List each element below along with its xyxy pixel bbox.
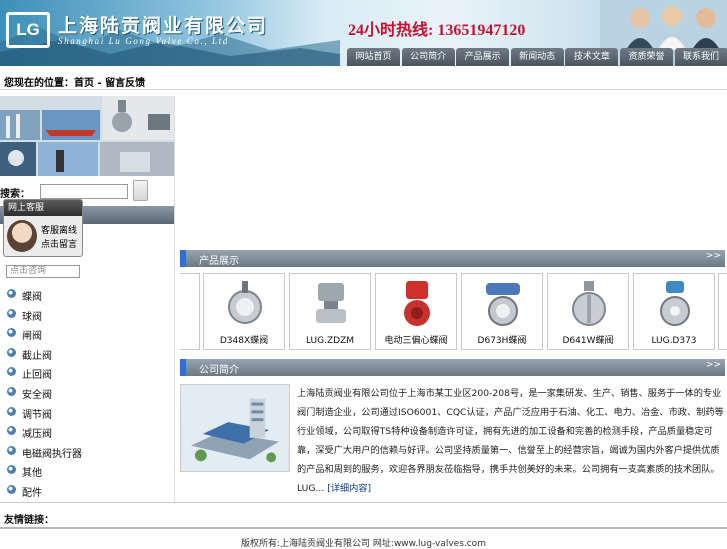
products-section-header: 产品展示 >> <box>180 250 725 267</box>
sidebar: 搜索： 网上客服 客服离线 点击留言 点击咨询 蝶阀 球阀 闸阀 截止阀 止回阀… <box>0 96 175 502</box>
bullet-icon <box>7 308 16 318</box>
product-card-partial <box>718 273 727 350</box>
bullet-icon <box>7 445 16 455</box>
nav-home[interactable]: 网站首页 <box>347 48 400 66</box>
about-description: 上海陆贡阀业有限公司位于上海市某工业区200-208号，是一家集研发、生产、销售… <box>297 388 724 494</box>
about-section-header: 公司简介 >> <box>180 359 725 376</box>
category-item[interactable]: 安全阀 <box>7 386 82 406</box>
nav-about[interactable]: 公司简介 <box>401 48 455 66</box>
bullet-icon <box>7 484 16 494</box>
company-logo[interactable]: LG <box>6 12 50 48</box>
product-caption: LUG.ZDZM <box>305 336 354 346</box>
friend-links-label: 友情链接： <box>4 515 54 526</box>
copyright-text: 版权所有:上海陆贡阀业有限公司 网址:www.lug-valves.com <box>241 539 486 549</box>
service-status: 客服离线 <box>41 226 78 236</box>
butterfly-valve-image <box>228 281 262 324</box>
service-title: 网上客服 <box>4 200 82 216</box>
category-item[interactable]: 球阀 <box>7 308 82 328</box>
divider <box>0 89 727 90</box>
category-item[interactable]: 电磁阀执行器 <box>7 445 82 465</box>
divider <box>0 502 727 503</box>
category-item[interactable]: 减压阀 <box>7 425 82 445</box>
products-title: 产品展示 <box>199 256 239 267</box>
about-more-link[interactable]: >> <box>706 360 721 370</box>
site-header: LG 上海陆贡阀业有限公司 Shanghai Lu Gong Valve Co.… <box>0 0 727 66</box>
electric-actuator-valve-image <box>316 283 346 323</box>
category-item[interactable]: 其他 <box>7 464 82 484</box>
company-name-en: Shanghai Lu Gong Valve Co., Ltd <box>58 36 229 46</box>
leave-message-link[interactable]: 点击留言 <box>41 237 77 250</box>
wafer-valve-image <box>572 281 606 326</box>
bullet-icon <box>7 289 16 298</box>
section-accent <box>180 359 186 376</box>
nav-honors[interactable]: 资质荣誉 <box>619 48 673 66</box>
product-caption: D348X蝶阀 <box>219 336 269 346</box>
product-caption: D641W蝶阀 <box>562 336 614 346</box>
triple-offset-valve-image <box>404 281 430 326</box>
product-caption: LUG.D373 <box>651 336 697 346</box>
factory-image <box>180 384 290 472</box>
search-input[interactable] <box>40 184 128 199</box>
online-service-widget[interactable]: 网上客服 客服离线 点击留言 <box>3 199 83 257</box>
flange-valve-image <box>660 281 690 326</box>
category-item[interactable]: 止回阀 <box>7 366 82 386</box>
product-caption: 电动三偏心蝶阀 <box>384 336 448 346</box>
nav-products[interactable]: 产品展示 <box>456 48 510 66</box>
bullet-icon <box>7 347 16 357</box>
consult-input[interactable]: 点击咨询 <box>6 265 80 278</box>
category-item[interactable]: 蝶阀 <box>7 288 82 308</box>
product-card[interactable]: LUG.D373 <box>633 273 715 350</box>
hotline-text: 24小时热线: 13651947120 <box>348 22 526 39</box>
product-card[interactable]: 电动三偏心蝶阀 <box>375 273 457 350</box>
about-detail-link[interactable]: [详细内容] <box>327 483 371 494</box>
category-list: 蝶阀 球阀 闸阀 截止阀 止回阀 安全阀 调节阀 减压阀 电磁阀执行器 其他 配… <box>7 288 82 504</box>
about-title: 公司简介 <box>199 365 239 376</box>
bullet-icon <box>7 328 16 338</box>
bullet-icon <box>7 367 16 377</box>
bullet-icon <box>7 426 16 436</box>
pneumatic-valve-image <box>486 283 520 326</box>
search-label: 搜索： <box>0 189 30 200</box>
bullet-icon <box>7 406 16 416</box>
product-caption: D673H蝶阀 <box>477 336 527 346</box>
bullet-icon <box>7 465 16 475</box>
footer-divider <box>0 527 727 529</box>
customer-service-photo <box>600 0 727 50</box>
breadcrumb: 您现在的位置：首页 - 留言反馈 <box>4 78 146 89</box>
category-item[interactable]: 截止阀 <box>7 347 82 367</box>
category-item[interactable]: 调节阀 <box>7 406 82 426</box>
nav-news[interactable]: 新闻动态 <box>510 48 564 66</box>
products-more-link[interactable]: >> <box>706 251 721 261</box>
section-accent <box>180 250 186 267</box>
main-nav: 网站首页 公司简介 产品展示 新闻动态 技术文章 资质荣誉 联系我们 <box>347 48 727 66</box>
product-card[interactable]: D641W蝶阀 <box>547 273 629 350</box>
search-button[interactable] <box>133 180 148 201</box>
product-card[interactable]: D673H蝶阀 <box>461 273 543 350</box>
service-avatar <box>7 220 37 252</box>
nav-contact[interactable]: 联系我们 <box>674 48 727 66</box>
bullet-icon <box>7 386 16 396</box>
product-card-partial <box>180 273 200 350</box>
product-card[interactable]: LUG.ZDZM <box>289 273 371 350</box>
category-item[interactable]: 配件 <box>7 484 82 504</box>
company-name-cn: 上海陆贡阀业有限公司 <box>58 15 269 37</box>
industry-banner-image <box>0 96 174 176</box>
nav-articles[interactable]: 技术文章 <box>565 48 619 66</box>
category-item[interactable]: 闸阀 <box>7 327 82 347</box>
product-card[interactable]: D348X蝶阀 <box>203 273 285 350</box>
